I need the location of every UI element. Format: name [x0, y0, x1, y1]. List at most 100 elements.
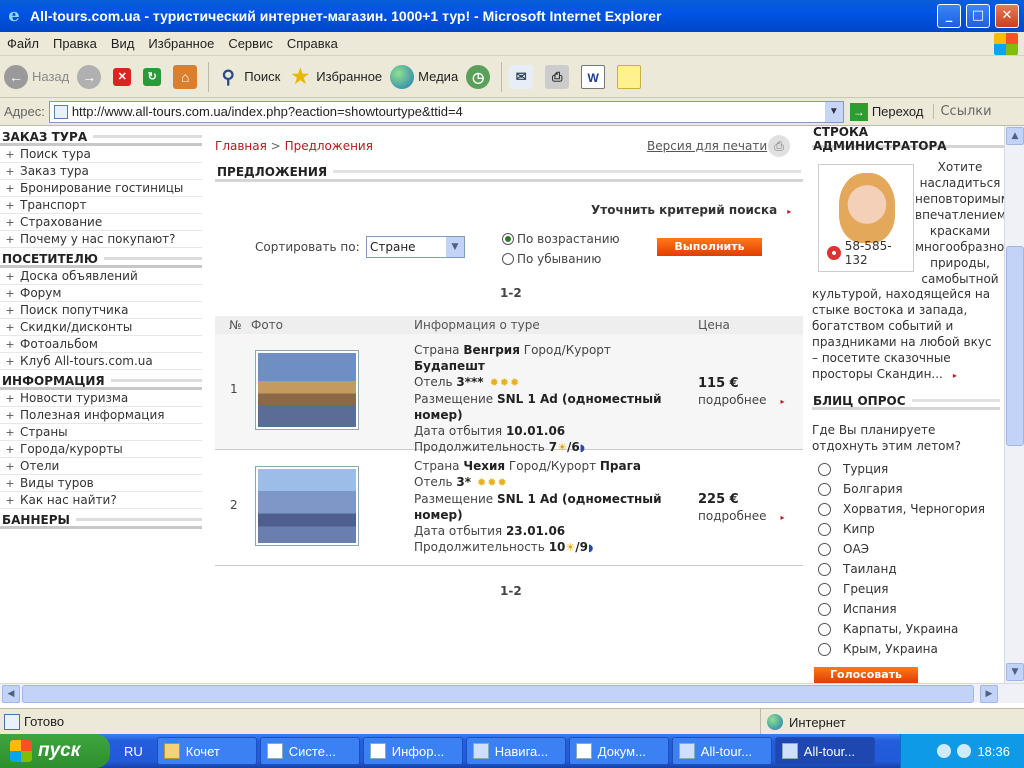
- left-item[interactable]: + Поиск тура: [0, 146, 202, 163]
- menu-file[interactable]: Файл: [0, 36, 46, 51]
- more-link[interactable]: подробнее ▸: [698, 393, 784, 407]
- left-item[interactable]: + Страхование: [0, 214, 202, 231]
- printer-icon[interactable]: ⎙: [768, 135, 790, 157]
- taskbar-item[interactable]: Навига...: [465, 737, 566, 765]
- taskbar-item-active[interactable]: All-tour...: [774, 737, 875, 765]
- plus-icon: +: [5, 337, 15, 351]
- mail-button[interactable]: ✉: [505, 60, 541, 94]
- poll-option[interactable]: Крым, Украина: [818, 642, 938, 656]
- refine-search-link[interactable]: Уточнить критерий поиска ▸: [591, 203, 791, 217]
- minimize-button[interactable]: _: [937, 4, 961, 28]
- tour-photo[interactable]: [255, 466, 359, 546]
- left-item[interactable]: + Фотоальбом: [0, 336, 202, 353]
- go-button[interactable]: → Переход: [849, 102, 923, 121]
- left-item[interactable]: + Поиск попутчика: [0, 302, 202, 319]
- start-button[interactable]: пуск: [0, 734, 110, 768]
- stop-button[interactable]: ✕: [109, 60, 139, 94]
- pager-bottom[interactable]: 1-2: [500, 584, 522, 598]
- tray-icon[interactable]: [957, 744, 972, 758]
- vertical-scroll-thumb[interactable]: [1006, 246, 1024, 446]
- poll-option[interactable]: Карпаты, Украина: [818, 622, 958, 636]
- taskbar-item[interactable]: Кочет: [156, 737, 257, 765]
- poll-option[interactable]: Кипр: [818, 522, 875, 536]
- breadcrumb-home-link[interactable]: Главная: [215, 139, 267, 153]
- left-item[interactable]: + Бронирование гостиницы: [0, 180, 202, 197]
- poll-option[interactable]: Хорватия, Черногория: [818, 502, 985, 516]
- run-button[interactable]: Выполнить: [657, 238, 762, 256]
- left-item[interactable]: + Заказ тура: [0, 163, 202, 180]
- country-value: Венгрия: [463, 343, 520, 357]
- poll-option[interactable]: Болгария: [818, 482, 903, 496]
- date-value: 10.01.06: [505, 424, 566, 438]
- taskbar-item[interactable]: Систе...: [259, 737, 360, 765]
- tour-photo[interactable]: [255, 350, 359, 430]
- horizontal-scroll-thumb[interactable]: [22, 685, 974, 703]
- left-item[interactable]: + Транспорт: [0, 197, 202, 214]
- language-indicator[interactable]: RU: [124, 744, 143, 759]
- poll-option[interactable]: Испания: [818, 602, 897, 616]
- sort-select[interactable]: Стране ▼: [366, 236, 465, 258]
- table-row: 2 Страна Чехия Город/Курорт Прага Отель …: [215, 450, 803, 566]
- edit-button[interactable]: W: [577, 60, 613, 94]
- left-item[interactable]: + Почему у нас покупают?: [0, 231, 202, 248]
- refresh-button[interactable]: ↻: [139, 60, 169, 94]
- print-version-link[interactable]: Версия для печати: [647, 139, 767, 153]
- menu-view[interactable]: Вид: [104, 36, 142, 51]
- left-item[interactable]: + Страны: [0, 424, 202, 441]
- window-titlebar: e All-tours.com.ua - туристический интер…: [0, 0, 1024, 32]
- menu-favorites[interactable]: Избранное: [141, 36, 221, 51]
- left-item[interactable]: + Новости туризма: [0, 390, 202, 407]
- poll-option[interactable]: ОАЭ: [818, 542, 869, 556]
- links-button[interactable]: Ссылки: [933, 104, 992, 119]
- scroll-left-icon[interactable]: ◀: [2, 685, 20, 703]
- discuss-button[interactable]: [613, 60, 649, 94]
- hotel-value: 3*: [456, 475, 472, 489]
- menu-tools[interactable]: Сервис: [221, 36, 280, 51]
- back-button[interactable]: ← Назад: [0, 60, 73, 94]
- taskbar-item[interactable]: All-tour...: [671, 737, 772, 765]
- red-arrow-icon[interactable]: ▸: [953, 371, 957, 380]
- address-input[interactable]: http://www.all-tours.com.ua/index.php?ea…: [48, 100, 844, 123]
- favorites-button[interactable]: ★ Избранное: [284, 60, 386, 94]
- horizontal-scrollbar[interactable]: ◀ ▶: [0, 683, 1024, 703]
- scroll-right-icon[interactable]: ▶: [980, 685, 998, 703]
- left-item[interactable]: + Доска объявлений: [0, 268, 202, 285]
- more-link[interactable]: подробнее ▸: [698, 509, 784, 523]
- close-button[interactable]: ✕: [995, 4, 1019, 28]
- duration-label: Продолжительность: [414, 540, 545, 554]
- forward-button[interactable]: →: [73, 60, 109, 94]
- sort-asc-radio[interactable]: По возрастанию: [502, 232, 620, 246]
- media-button[interactable]: Медиа: [386, 60, 462, 94]
- print-button[interactable]: ⎙: [541, 60, 577, 94]
- vertical-scrollbar[interactable]: ▲ ▼: [1004, 126, 1024, 683]
- taskbar-item[interactable]: Инфор...: [362, 737, 463, 765]
- taskbar-item[interactable]: Докум...: [568, 737, 669, 765]
- left-item[interactable]: + Клуб All-tours.com.ua: [0, 353, 202, 370]
- hotel-label: Отель: [414, 375, 453, 389]
- left-item[interactable]: + Скидки/дисконты: [0, 319, 202, 336]
- chevron-down-icon[interactable]: ▼: [446, 237, 464, 257]
- left-item[interactable]: + Полезная информация: [0, 407, 202, 424]
- left-item[interactable]: + Города/курорты: [0, 441, 202, 458]
- left-item[interactable]: + Виды туров: [0, 475, 202, 492]
- address-dropdown-icon[interactable]: ▼: [824, 101, 843, 122]
- menu-help[interactable]: Справка: [280, 36, 345, 51]
- left-item[interactable]: + Форум: [0, 285, 202, 302]
- vote-button[interactable]: Голосовать: [814, 667, 918, 683]
- home-button[interactable]: ⌂: [169, 60, 205, 94]
- admin-text-more: культурой, находящейся на стыке востока …: [812, 287, 992, 381]
- search-button[interactable]: ⚲ Поиск: [212, 60, 284, 94]
- menu-edit[interactable]: Правка: [46, 36, 104, 51]
- history-button[interactable]: ◷: [462, 60, 498, 94]
- left-item[interactable]: + Как нас найти?: [0, 492, 202, 509]
- sort-desc-radio[interactable]: По убыванию: [502, 252, 601, 266]
- scroll-up-icon[interactable]: ▲: [1006, 127, 1024, 145]
- poll-option[interactable]: Турция: [818, 462, 888, 476]
- tray-icon[interactable]: [937, 744, 952, 758]
- scroll-down-icon[interactable]: ▼: [1006, 663, 1024, 681]
- pager-top[interactable]: 1-2: [500, 286, 522, 300]
- poll-option[interactable]: Таиланд: [818, 562, 897, 576]
- poll-option[interactable]: Греция: [818, 582, 889, 596]
- maximize-button[interactable]: □: [966, 4, 990, 28]
- left-item[interactable]: + Отели: [0, 458, 202, 475]
